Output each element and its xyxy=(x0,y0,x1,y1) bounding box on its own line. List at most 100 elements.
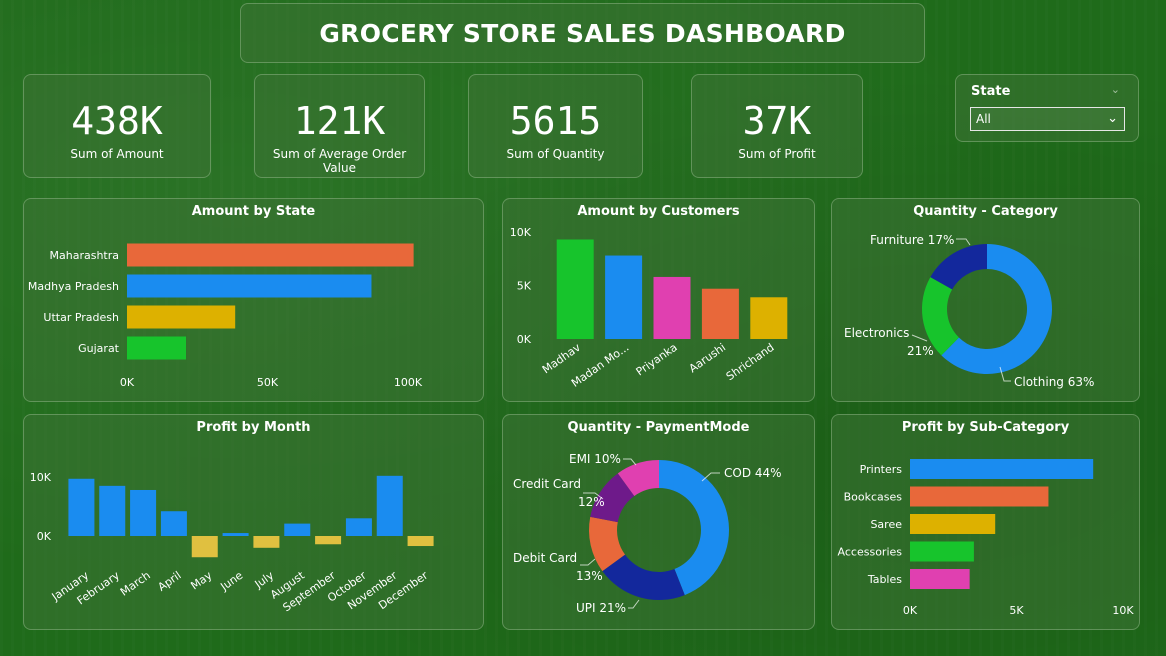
bar-accessories[interactable] xyxy=(910,541,974,562)
profit-by-sub-category-chart[interactable]: Profit by Sub-Category Printers Bookcases… xyxy=(831,414,1140,630)
bar-aarushi[interactable] xyxy=(701,288,739,339)
profit-by-sub-category-plot: Printers Bookcases Saree Accessories Tables 0… xyxy=(838,459,1134,617)
bar-january[interactable] xyxy=(68,478,95,536)
slice-label-emi: EMI 10% xyxy=(569,452,621,466)
profit-by-month-plot: 0K10KJanuaryFebruaryMarch April May June Jul… xyxy=(30,471,434,614)
bar-maharashtra[interactable] xyxy=(127,243,414,267)
bar-february[interactable] xyxy=(99,485,126,536)
quantity-paymentmode-chart[interactable]: Quantity - PaymentMode COD 44% UPI 21% Deb… xyxy=(502,414,815,630)
y-tick-label: 10K xyxy=(510,226,532,239)
x-tick-label: 50K xyxy=(257,376,279,389)
slicer-collapse-icon[interactable]: ⌄ xyxy=(1111,83,1120,96)
slice-label-clothing: Clothing 63% xyxy=(1014,375,1094,389)
kpi-label: Sum of Amount xyxy=(70,147,164,161)
bar-madhav[interactable] xyxy=(556,239,594,339)
state-dropdown-value: All xyxy=(976,112,991,126)
y-tick-label: 5K xyxy=(517,280,532,293)
kpi-label: Sum of Profit xyxy=(738,147,816,161)
state-slicer[interactable]: State ⌄ All ⌄ xyxy=(955,74,1139,142)
bar-priyanka[interactable] xyxy=(653,276,691,339)
x-tick-label: 5K xyxy=(1009,604,1024,617)
leader-line-debit-card xyxy=(580,558,596,566)
kpi-label: Sum of Quantity xyxy=(506,147,605,161)
quantity-paymentmode-plot: COD 44% UPI 21% Debit Card 13% Credit Card 12… xyxy=(513,452,782,615)
category-label-madhya-pradesh: Madhya Pradesh xyxy=(28,280,119,293)
dashboard-title-bar: GROCERY STORE SALES DASHBOARD xyxy=(240,3,925,63)
category-label-march: March xyxy=(118,569,153,599)
category-label-accessories: Accessories xyxy=(838,546,903,559)
leader-line-electronics xyxy=(911,334,928,342)
amount-by-customers-plot: 0K5K10KMadhavMadan Mo... Priyanka AarushiS… xyxy=(510,226,788,390)
bar-november[interactable] xyxy=(376,475,403,536)
bar-gujarat[interactable] xyxy=(127,336,187,360)
quantity-category-chart[interactable]: Quantity - Category Clothing 63% Electron… xyxy=(831,198,1140,402)
slice-label-furniture: Furniture 17% xyxy=(870,233,954,247)
leader-line-emi xyxy=(623,458,637,466)
kpi-card-average-order-value[interactable]: 121K Sum of Average Order Value xyxy=(254,74,425,178)
kpi-card-profit[interactable]: 37K Sum of Profit xyxy=(691,74,863,178)
y-tick-label: 10K xyxy=(30,471,52,484)
category-label-priyanka: Priyanka xyxy=(634,341,680,379)
category-label-june: June xyxy=(217,569,245,594)
amount-by-state-plot: Maharashtra Madhya Pradesh Uttar Pradesh Gu… xyxy=(28,243,423,389)
bar-may[interactable] xyxy=(191,536,218,558)
slice-percent-electronics: 21% xyxy=(907,344,934,358)
category-label-saree: Saree xyxy=(870,518,902,531)
bar-printers[interactable] xyxy=(910,459,1094,479)
slicer-title: State xyxy=(971,84,1011,99)
bar-september[interactable] xyxy=(315,536,342,545)
kpi-label: Sum of Average Order Value xyxy=(272,147,407,175)
leader-line-upi xyxy=(628,599,640,609)
category-label-maharashtra: Maharashtra xyxy=(50,249,120,262)
y-tick-label: 0K xyxy=(37,530,52,543)
x-tick-label: 10K xyxy=(1112,604,1134,617)
leader-line-furniture xyxy=(956,238,971,246)
amount-by-customers-chart[interactable]: Amount by Customers 0K 5K 10K Madhav Madan M… xyxy=(502,198,815,402)
category-label-tables: Tables xyxy=(867,573,902,586)
category-label-uttar-pradesh: Uttar Pradesh xyxy=(43,311,119,324)
chevron-down-icon[interactable]: ⌄ xyxy=(1107,108,1118,130)
kpi-value: 37K xyxy=(742,99,812,143)
category-label-bookcases: Bookcases xyxy=(844,491,903,504)
profit-by-month-chart[interactable]: Profit by Month 0K 10K January February Marc… xyxy=(23,414,484,630)
slice-percent-debit-card: 13% xyxy=(576,569,603,583)
bar-madan-mo[interactable] xyxy=(605,255,643,339)
kpi-value: 5615 xyxy=(509,99,602,143)
x-tick-label: 0K xyxy=(120,376,135,389)
dashboard-title: GROCERY STORE SALES DASHBOARD xyxy=(319,18,846,48)
bar-saree[interactable] xyxy=(910,514,996,534)
bar-bookcases[interactable] xyxy=(910,486,1049,507)
kpi-card-amount[interactable]: 438K Sum of Amount xyxy=(23,74,211,178)
bar-august[interactable] xyxy=(284,523,311,536)
y-tick-label: 0K xyxy=(517,333,532,346)
slice-label-electronics: Electronics xyxy=(844,326,909,340)
category-label-madhav: Madhav xyxy=(540,341,583,377)
slice-percent-credit-card: 12% xyxy=(578,495,605,509)
category-label-gujarat: Gujarat xyxy=(78,342,120,355)
x-tick-label: 100K xyxy=(394,376,423,389)
amount-by-state-chart[interactable]: Amount by State Maharashtra Madhya Prades… xyxy=(23,198,484,402)
slice-label-credit-card: Credit Card xyxy=(513,477,581,491)
quantity-category-plot: Clothing 63% Electronics 21% Furniture 17% xyxy=(844,233,1094,389)
bar-march[interactable] xyxy=(130,489,157,536)
state-dropdown[interactable]: All ⌄ xyxy=(970,107,1125,131)
category-label-printers: Printers xyxy=(860,463,903,476)
bar-june[interactable] xyxy=(222,533,249,536)
bar-shrichand[interactable] xyxy=(750,297,788,339)
bar-april[interactable] xyxy=(160,511,187,536)
bar-july[interactable] xyxy=(253,536,280,548)
slice-label-upi: UPI 21% xyxy=(576,601,626,615)
bar-uttar-pradesh[interactable] xyxy=(127,305,236,329)
bar-madhya-pradesh[interactable] xyxy=(127,274,372,298)
slice-label-cod: COD 44% xyxy=(724,466,782,480)
bar-tables[interactable] xyxy=(910,569,970,589)
category-label-aarushi: Aarushi xyxy=(687,341,728,375)
slice-label-debit-card: Debit Card xyxy=(513,551,577,565)
x-tick-label: 0K xyxy=(903,604,918,617)
category-label-shrichand: Shrichand xyxy=(724,341,777,383)
kpi-value: 438K xyxy=(71,99,163,143)
kpi-value: 121K xyxy=(293,99,386,143)
bar-december[interactable] xyxy=(407,536,434,547)
bar-october[interactable] xyxy=(345,518,372,536)
kpi-card-quantity[interactable]: 5615 Sum of Quantity xyxy=(468,74,643,178)
